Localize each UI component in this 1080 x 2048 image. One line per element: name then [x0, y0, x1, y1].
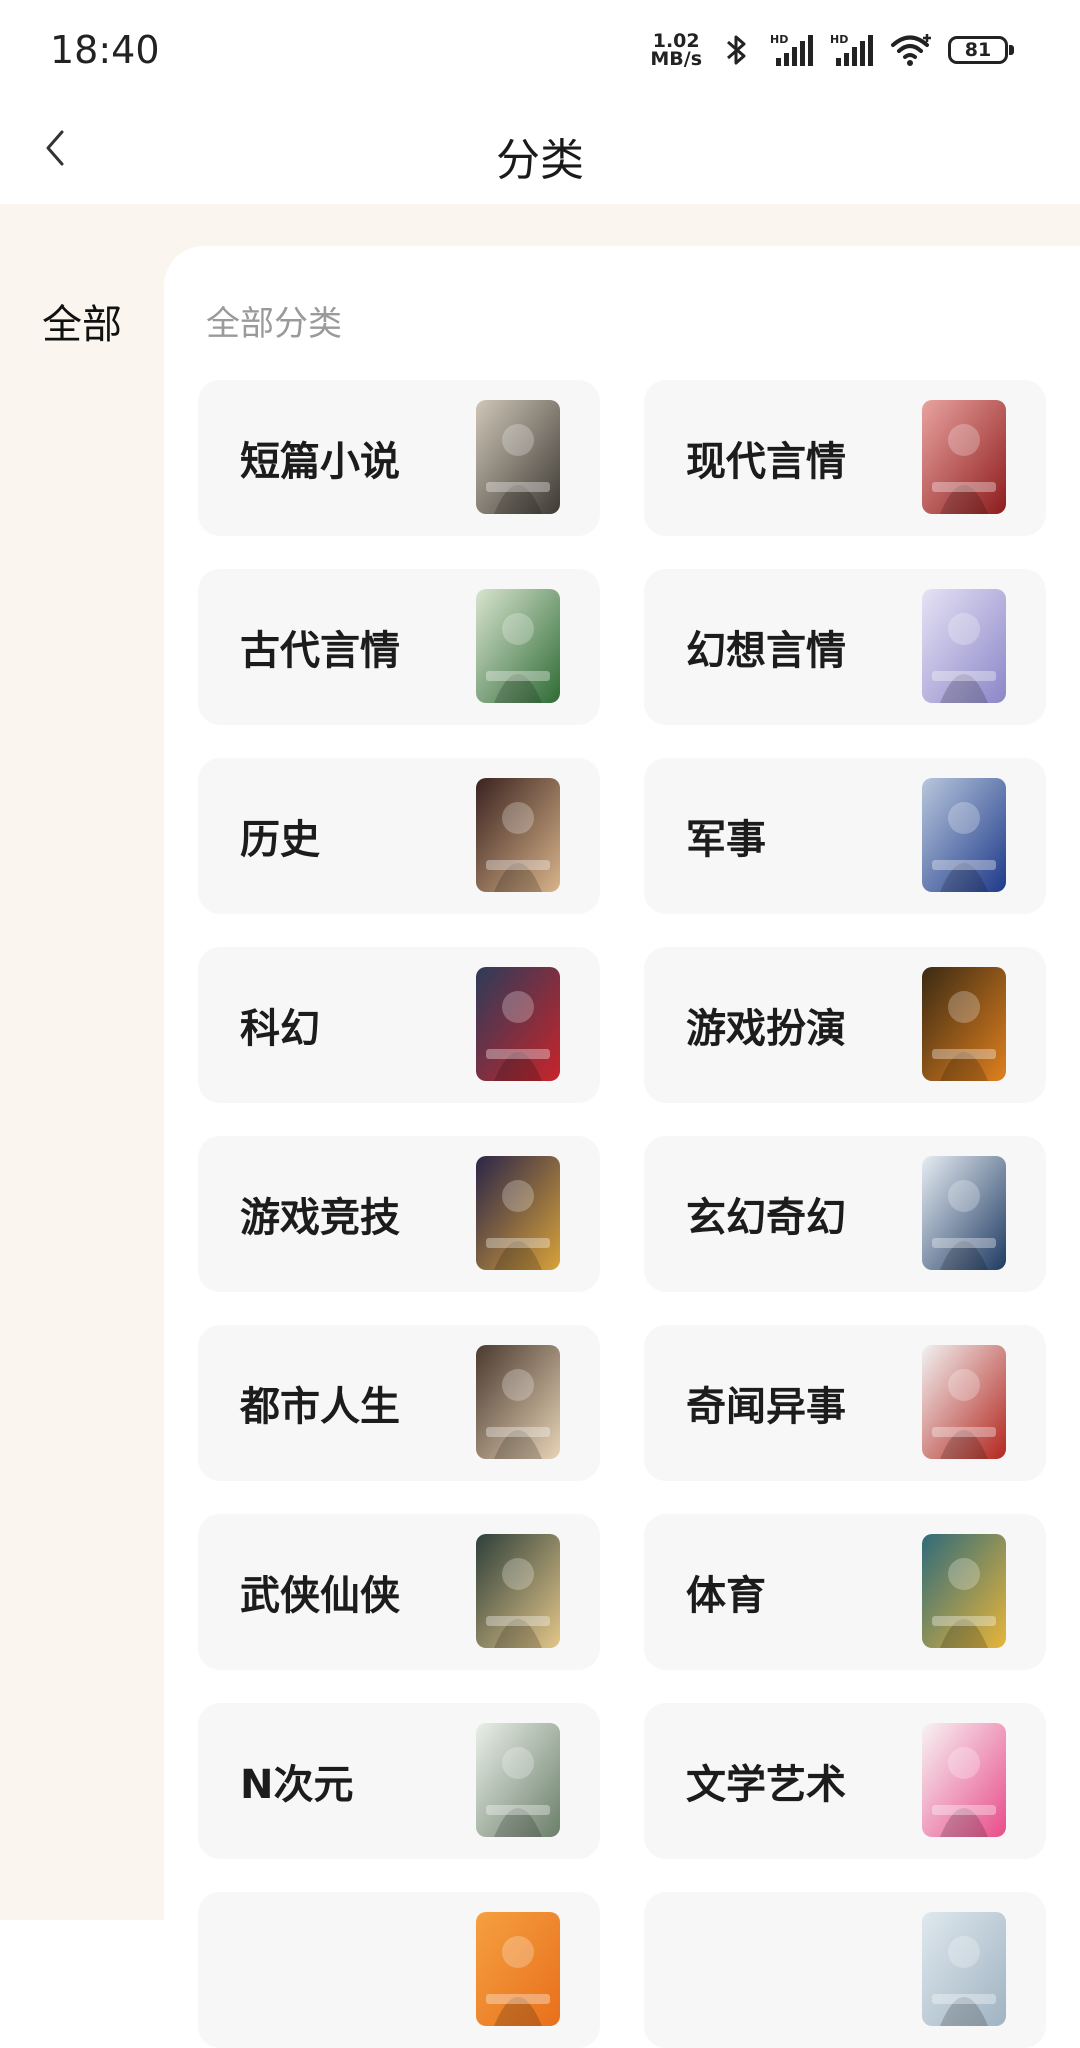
content-panel: 全部分类 短篇小说 现代言情古代言情 幻想言情历史 军事科幻 游戏扮演游戏竞技 玄幻奇幻都… [164, 246, 1080, 2048]
bluetooth-icon [727, 35, 746, 65]
status-icons: 1.02 MB/s HD HD 81 [650, 30, 1014, 70]
wifi-icon [891, 34, 931, 66]
category-card[interactable]: 玄幻奇幻 [644, 1136, 1046, 1292]
category-card[interactable]: 武侠仙侠 [198, 1514, 600, 1670]
status-bar: 18:40 1.02 MB/s HD HD 81 [0, 0, 1080, 100]
category-card[interactable]: 科幻 [198, 947, 600, 1103]
back-button[interactable] [30, 118, 80, 178]
category-label: 短篇小说 [240, 439, 400, 485]
category-label: 幻想言情 [686, 628, 846, 674]
status-time: 18:40 [50, 28, 160, 72]
category-cover-image [476, 1723, 560, 1837]
category-cover-image [476, 1912, 560, 2026]
category-card[interactable]: 军事 [644, 758, 1046, 914]
category-cover-image [476, 400, 560, 514]
category-cover-image [476, 1156, 560, 1270]
body-area: 全部 全部分类 短篇小说 现代言情古代言情 幻想言情历史 军事科幻 游戏扮演游戏竞技 玄幻… [0, 204, 1080, 2048]
category-label: 武侠仙侠 [240, 1573, 400, 1619]
chevron-left-icon [46, 130, 64, 166]
category-cover-image [922, 1723, 1006, 1837]
category-card[interactable]: 历史 [198, 758, 600, 914]
category-cover-image [922, 1534, 1006, 1648]
category-cover-image [922, 1912, 1006, 2026]
category-card[interactable]: 体育 [644, 1514, 1046, 1670]
category-cover-image [922, 400, 1006, 514]
category-card[interactable]: 都市人生 [198, 1325, 600, 1481]
header: 分类 [0, 100, 1080, 204]
cell-signal-label: HD [830, 33, 848, 46]
category-label: 历史 [240, 817, 320, 863]
category-label: 奇闻异事 [686, 1384, 846, 1430]
section-title: 全部分类 [206, 304, 342, 344]
category-cover-image [476, 967, 560, 1081]
category-cover-image [922, 778, 1006, 892]
side-nav: 全部 [0, 204, 164, 1920]
category-card[interactable] [644, 1892, 1046, 2048]
category-cover-image [476, 778, 560, 892]
category-card[interactable]: 现代言情 [644, 380, 1046, 536]
battery-icon: 81 [948, 34, 1014, 66]
category-cover-image [922, 1345, 1006, 1459]
cell-signal-icon: HD [830, 33, 873, 66]
category-label: 都市人生 [240, 1384, 400, 1430]
category-label: N次元 [240, 1762, 354, 1808]
category-card[interactable] [198, 1892, 600, 2048]
category-cover-image [922, 1156, 1006, 1270]
category-cover-image [922, 589, 1006, 703]
category-label: 古代言情 [240, 628, 400, 674]
cell-signal-icon: HD [770, 33, 813, 66]
category-label: 文学艺术 [686, 1762, 846, 1808]
category-card[interactable]: 文学艺术 [644, 1703, 1046, 1859]
category-cover-image [476, 1534, 560, 1648]
category-card[interactable]: 短篇小说 [198, 380, 600, 536]
network-speed: 1.02 MB/s [650, 32, 702, 70]
page-title: 分类 [496, 135, 584, 186]
cell-signal-label: HD [770, 33, 788, 46]
category-label: 游戏竞技 [240, 1195, 400, 1241]
category-card[interactable]: 古代言情 [198, 569, 600, 725]
category-label: 游戏扮演 [686, 1006, 846, 1052]
category-card[interactable]: 游戏竞技 [198, 1136, 600, 1292]
category-cover-image [922, 967, 1006, 1081]
category-cover-image [476, 1345, 560, 1459]
battery-level: 81 [948, 36, 1008, 64]
category-label: 军事 [686, 817, 766, 863]
category-card[interactable]: 幻想言情 [644, 569, 1046, 725]
category-cover-image [476, 589, 560, 703]
category-label: 现代言情 [686, 439, 846, 485]
category-label: 体育 [686, 1573, 766, 1619]
category-card[interactable]: N次元 [198, 1703, 600, 1859]
side-nav-item-all[interactable]: 全部 [0, 292, 164, 350]
category-label: 玄幻奇幻 [686, 1195, 846, 1241]
category-label: 科幻 [240, 1006, 320, 1052]
category-card[interactable]: 奇闻异事 [644, 1325, 1046, 1481]
network-speed-unit: MB/s [650, 48, 702, 70]
category-card[interactable]: 游戏扮演 [644, 947, 1046, 1103]
